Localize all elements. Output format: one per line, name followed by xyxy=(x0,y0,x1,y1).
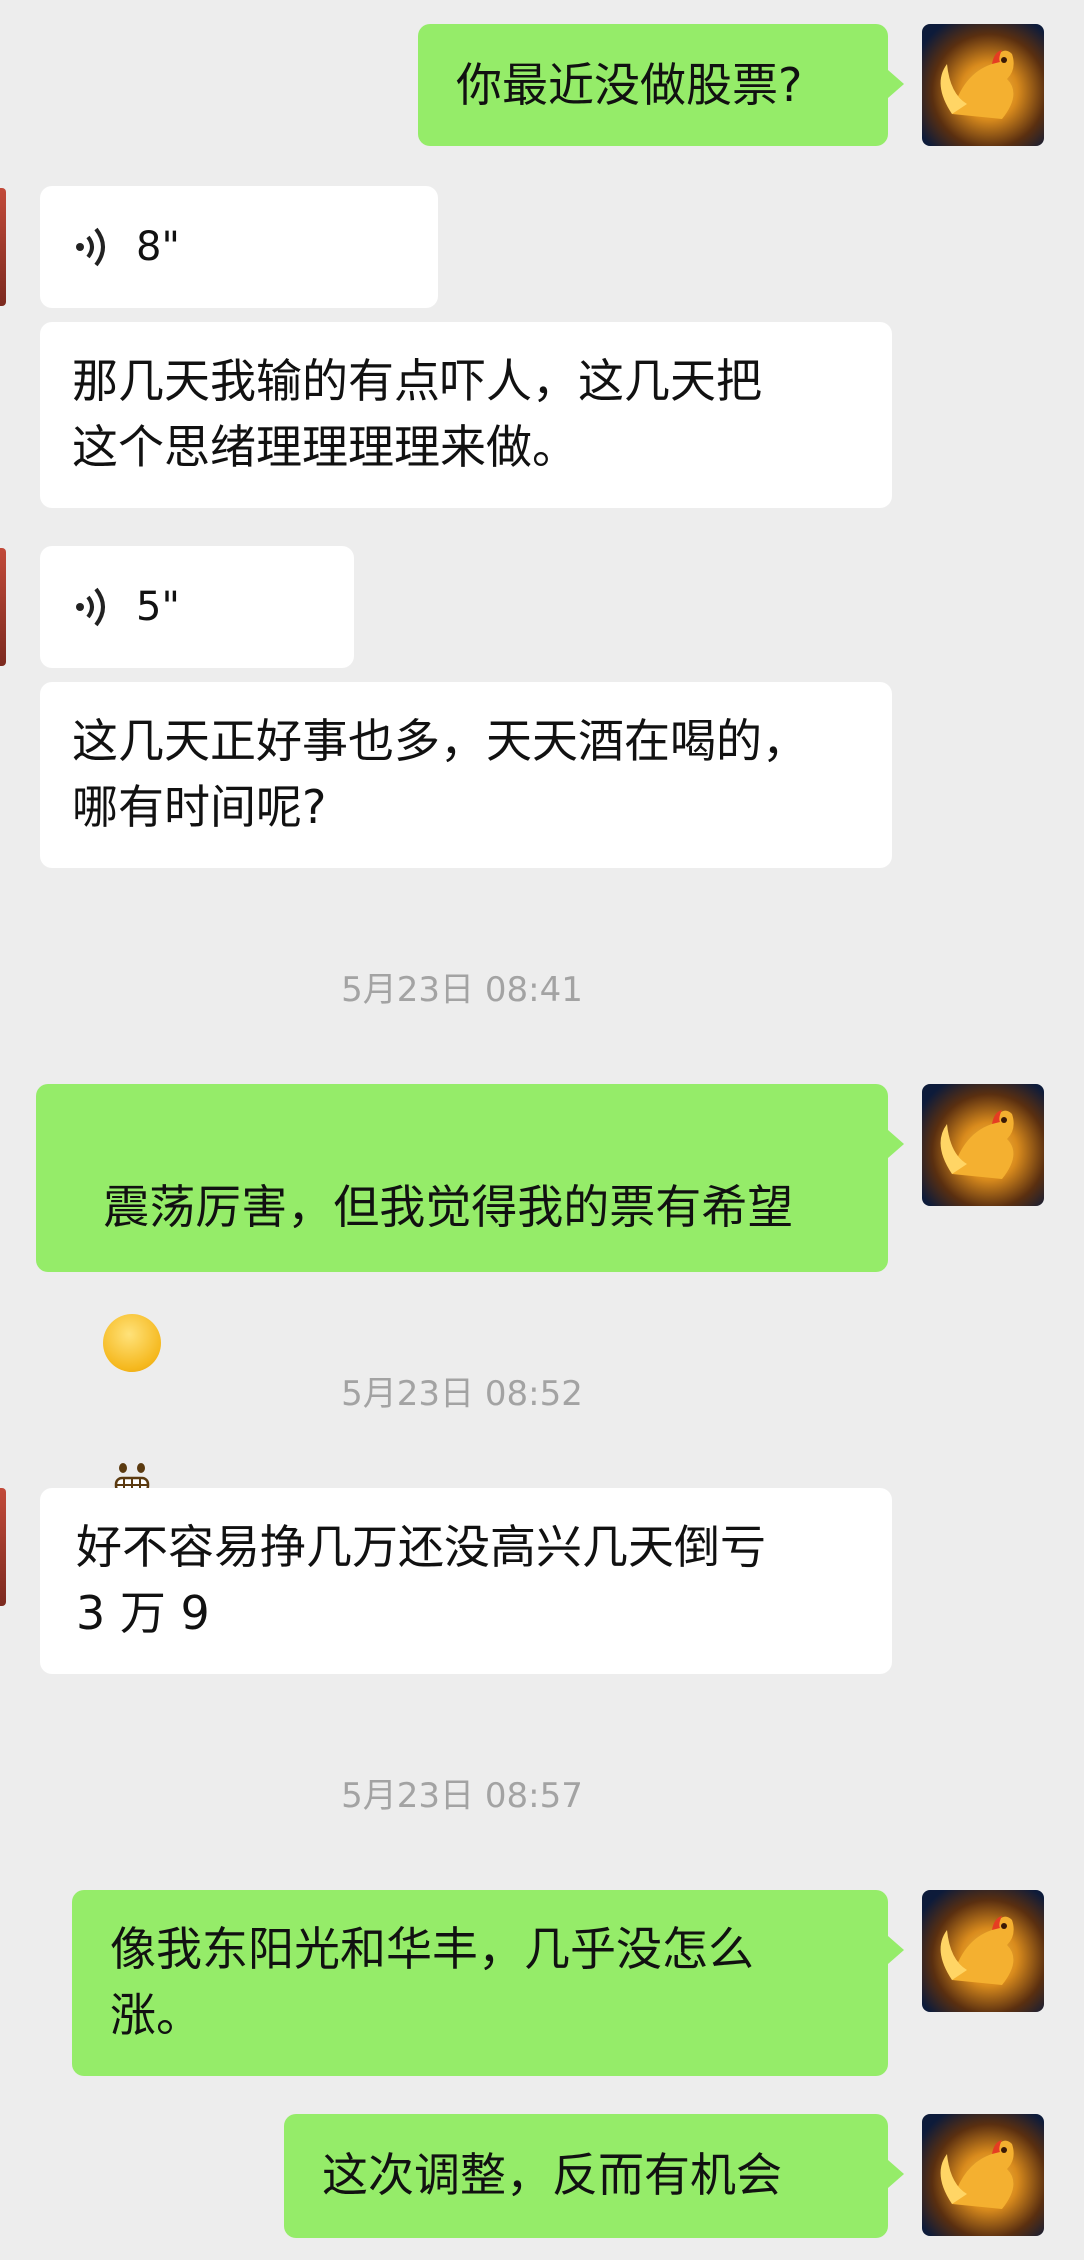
bubble-tail xyxy=(888,1130,904,1158)
voice-wave-icon xyxy=(76,227,105,267)
self-avatar[interactable] xyxy=(922,1084,1044,1206)
timestamp: 5月23日 08:57 xyxy=(341,1776,583,1816)
message-bubble[interactable]: 震荡厉害，但我觉得我的票有希望 xyxy=(36,1084,888,1493)
voice-duration: 8" xyxy=(136,224,180,270)
peer-avatar-edge[interactable] xyxy=(0,1488,6,1606)
timestamp: 5月23日 08:52 xyxy=(341,1374,583,1414)
bubble-tail xyxy=(888,2160,904,2188)
voice-wave-icon xyxy=(76,587,105,627)
bubble-tail xyxy=(888,1936,904,1964)
message-bubble[interactable]: 那几天我输的有点吓人，这几天把 这个思绪理理理理来做。 xyxy=(40,322,892,508)
voice-duration: 5" xyxy=(136,584,180,630)
message-bubble[interactable]: 这次调整，反而有机会 xyxy=(284,2114,888,2238)
rooster-icon xyxy=(940,50,1014,119)
voice-message[interactable]: 8" xyxy=(40,186,438,308)
self-avatar[interactable] xyxy=(922,1890,1044,2012)
bubble-tail xyxy=(888,70,904,98)
rooster-icon xyxy=(940,1916,1014,1985)
self-avatar[interactable] xyxy=(922,24,1044,146)
message-bubble[interactable]: 像我东阳光和华丰，几乎没怎么 涨。 xyxy=(72,1890,888,2076)
message-bubble[interactable]: 好不容易挣几万还没高兴几天倒亏 3 万 9 xyxy=(40,1488,892,1674)
rooster-icon xyxy=(940,1110,1014,1179)
grinning-emoji-icon xyxy=(103,1313,162,1493)
message-text: 震荡厉害，但我觉得我的票有希望 xyxy=(103,1180,794,1234)
self-avatar[interactable] xyxy=(922,2114,1044,2236)
message-bubble[interactable]: 这几天正好事也多，天天酒在喝的， 哪有时间呢? xyxy=(40,682,892,868)
voice-message[interactable]: 5" xyxy=(40,546,354,668)
peer-avatar-edge[interactable] xyxy=(0,188,6,306)
timestamp: 5月23日 08:41 xyxy=(341,970,583,1010)
rooster-icon xyxy=(940,2140,1014,2209)
message-bubble[interactable]: 你最近没做股票? xyxy=(418,24,888,146)
peer-avatar-edge[interactable] xyxy=(0,548,6,666)
